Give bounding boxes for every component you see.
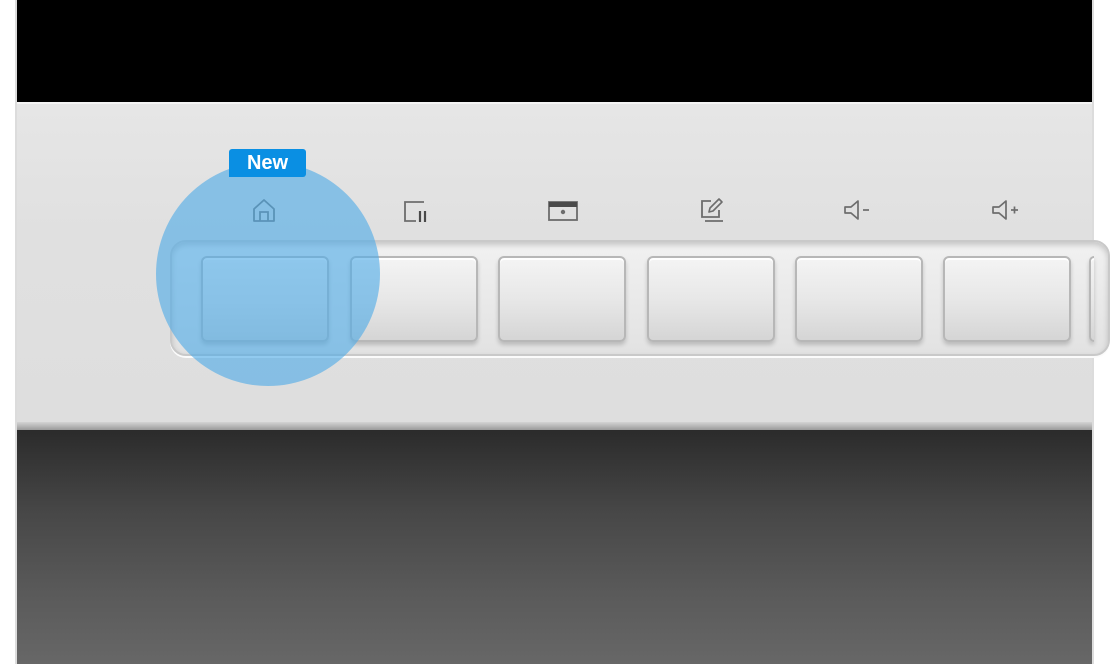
- volume-up-key[interactable]: [943, 256, 1071, 342]
- bezel-edge: [17, 422, 1092, 430]
- edit-input-key[interactable]: [647, 256, 775, 342]
- volume-up-icon: [984, 192, 1028, 228]
- multiview-icon: [393, 192, 437, 228]
- volume-down-key[interactable]: [795, 256, 923, 342]
- home-icon: [242, 192, 286, 228]
- screen-display-icon: [541, 192, 585, 228]
- screen-display-key[interactable]: [498, 256, 626, 342]
- partial-key: [1089, 256, 1094, 342]
- new-badge: New: [229, 149, 306, 177]
- home-key[interactable]: [201, 256, 329, 342]
- multiview-key[interactable]: [350, 256, 478, 342]
- monitor-screen: [17, 0, 1092, 102]
- monitor-stand: [17, 430, 1092, 664]
- volume-down-icon: [836, 192, 880, 228]
- edit-input-icon: [690, 192, 734, 228]
